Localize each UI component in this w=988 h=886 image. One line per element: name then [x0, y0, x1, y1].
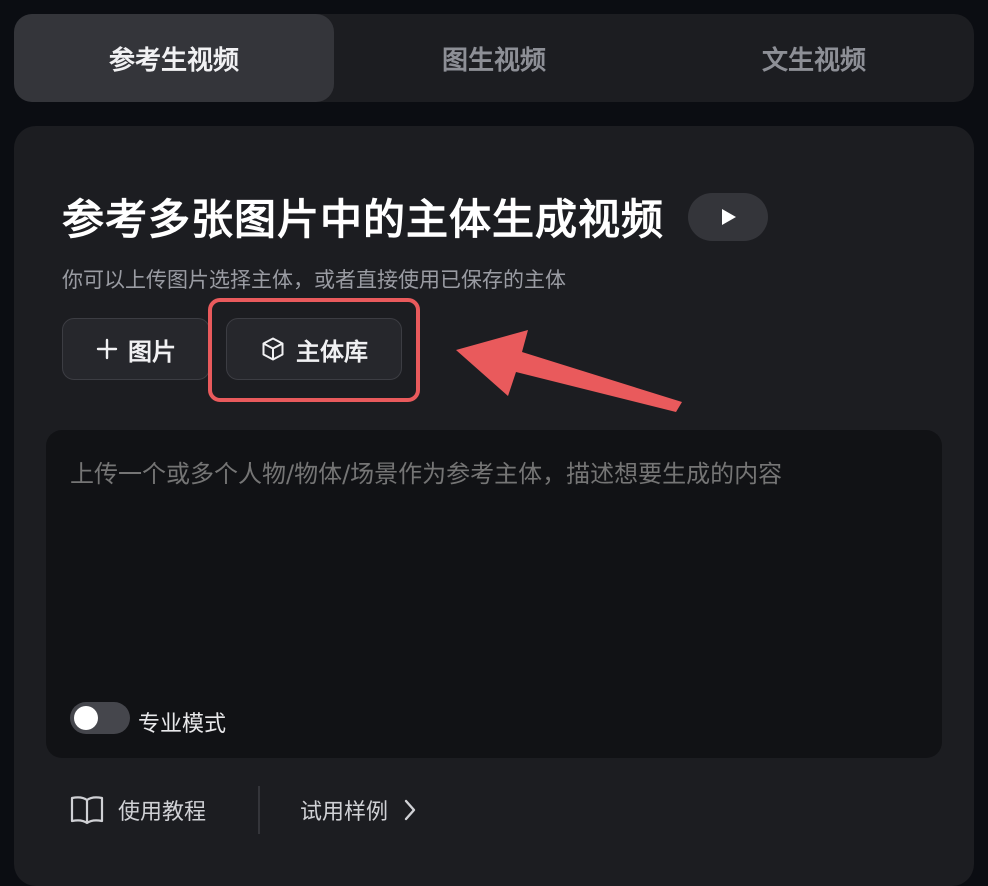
- add-image-label: 图片: [128, 337, 176, 366]
- book-icon: [70, 796, 104, 825]
- tutorial-link[interactable]: 使用教程: [70, 790, 206, 830]
- highlight-box: [208, 298, 420, 402]
- footer-divider: [258, 786, 260, 834]
- tab-text-to-video[interactable]: 文生视频: [654, 14, 974, 102]
- reference-video-panel: 参考多张图片中的主体生成视频 你可以上传图片选择主体，或者直接使用已保存的主体 …: [14, 126, 974, 886]
- title-row: 参考多张图片中的主体生成视频: [62, 186, 769, 247]
- chevron-right-icon: [404, 799, 416, 821]
- pro-mode-toggle[interactable]: [70, 702, 130, 734]
- plus-icon: [96, 338, 118, 360]
- tutorial-label: 使用教程: [118, 800, 207, 825]
- tab-reference-video[interactable]: 参考生视频: [14, 14, 334, 102]
- add-image-button[interactable]: 图片: [62, 318, 210, 380]
- play-demo-button[interactable]: [688, 192, 769, 241]
- mode-tabs: 参考生视频 图生视频 文生视频: [14, 14, 974, 102]
- examples-label: 试用样例: [300, 800, 389, 825]
- prompt-box[interactable]: 专业模式: [46, 430, 942, 758]
- examples-link[interactable]: 试用样例: [300, 790, 418, 830]
- play-icon: [722, 208, 737, 225]
- pro-mode-label: 专业模式: [138, 712, 227, 737]
- page-subtitle: 你可以上传图片选择主体，或者直接使用已保存的主体: [62, 268, 566, 292]
- page-title: 参考多张图片中的主体生成视频: [62, 195, 665, 244]
- prompt-input[interactable]: [70, 460, 930, 488]
- toggle-knob: [74, 706, 98, 730]
- annotation-arrow-icon: [456, 330, 682, 412]
- tab-image-to-video[interactable]: 图生视频: [334, 14, 654, 102]
